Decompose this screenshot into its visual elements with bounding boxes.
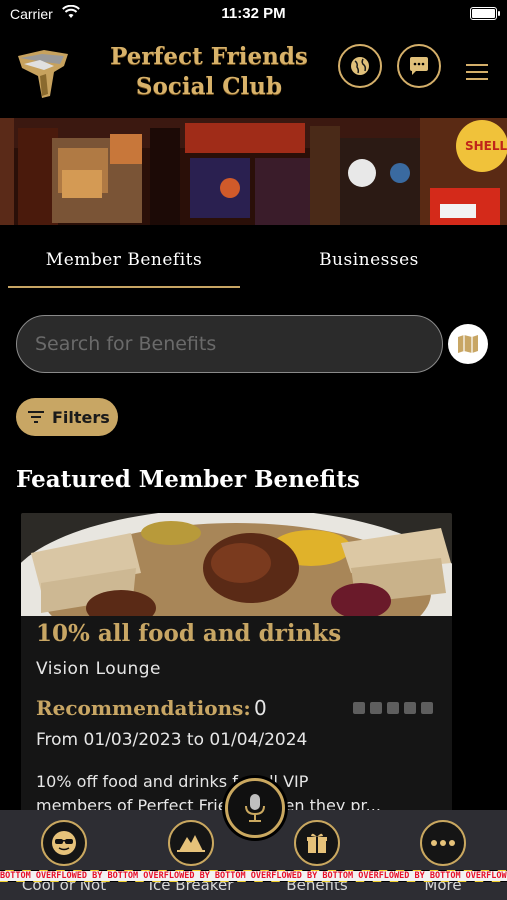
- sunglasses-face-icon: [52, 831, 76, 855]
- tab-bar: Member Benefits Businesses: [0, 240, 507, 292]
- nav-ice-breaker[interactable]: [168, 820, 214, 866]
- globe-icon: [351, 57, 369, 75]
- map-button[interactable]: [448, 324, 488, 364]
- iceberg-icon: [177, 835, 205, 852]
- tab-businesses[interactable]: Businesses: [252, 250, 486, 270]
- section-title: Featured Member Benefits: [16, 466, 360, 493]
- nav-benefits[interactable]: [294, 820, 340, 866]
- recommendations-count: 0: [254, 696, 267, 720]
- nav-more[interactable]: [420, 820, 466, 866]
- benefit-dates: From 01/03/2023 to 01/04/2024: [36, 730, 308, 750]
- hamburger-menu-icon[interactable]: [466, 64, 488, 80]
- filter-icon: [28, 411, 44, 423]
- rating-indicator: [353, 702, 433, 714]
- status-time: 11:32 PM: [221, 5, 286, 22]
- overflow-warning-banner: BOTTOM OVERFLOWED BY BOTTOM OVERFLOWED B…: [0, 870, 507, 882]
- rating-square: [404, 702, 416, 714]
- rating-square: [370, 702, 382, 714]
- app-title-line1: Perfect Friends: [110, 43, 308, 70]
- tab-member-benefits[interactable]: Member Benefits: [8, 250, 240, 270]
- recommendations-label: Recommendations:: [36, 696, 251, 720]
- card-food-image: [21, 513, 452, 616]
- active-tab-indicator: [8, 286, 240, 288]
- globe-button[interactable]: [338, 44, 382, 88]
- benefit-title: 10% all food and drinks: [36, 620, 342, 647]
- nav-center-mic-button[interactable]: [225, 778, 285, 838]
- rating-square: [421, 702, 433, 714]
- map-icon: [458, 335, 478, 353]
- microphone-icon: [245, 794, 265, 822]
- filters-label: Filters: [52, 407, 110, 427]
- search-input[interactable]: [16, 315, 443, 373]
- status-bar: Carrier 11:32 PM: [0, 0, 507, 30]
- more-dots-icon: [431, 840, 455, 846]
- rating-square: [353, 702, 365, 714]
- gift-icon: [307, 833, 327, 853]
- overflow-warning-text: BOTTOM OVERFLOWED BY BOTTOM OVERFLOWED B…: [0, 870, 507, 882]
- app-title: Perfect Friends Social Club: [100, 42, 318, 102]
- svg-text:SHELL: SHELL: [465, 139, 507, 153]
- rating-square: [387, 702, 399, 714]
- chat-button[interactable]: [397, 44, 441, 88]
- logo-icon[interactable]: [14, 46, 72, 100]
- battery-icon: [470, 7, 500, 20]
- chat-bubble-icon: [410, 57, 428, 75]
- nav-cool-or-not[interactable]: [41, 820, 87, 866]
- app-title-line2: Social Club: [135, 73, 283, 100]
- benefit-card[interactable]: 10% all food and drinks Vision Lounge Re…: [21, 513, 452, 813]
- app-header: Perfect Friends Social Club: [0, 30, 507, 116]
- hero-banner-image: SHELL: [0, 118, 507, 225]
- filters-button[interactable]: Filters: [16, 398, 118, 436]
- business-name: Vision Lounge: [36, 659, 162, 679]
